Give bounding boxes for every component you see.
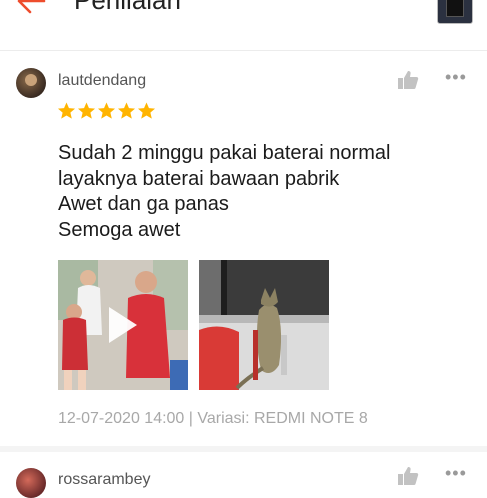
star-icon [137,102,156,119]
reviewer-name[interactable]: lautdendang [58,72,146,90]
avatar[interactable] [16,68,46,98]
review-text-line: Semoga awet [58,218,181,241]
review-text-line: Sudah 2 minggu pakai baterai normal [58,142,391,164]
review-video-thumbnail[interactable] [58,260,188,390]
thumbs-up-icon[interactable] [397,466,419,486]
more-options-icon[interactable]: ••• [445,463,467,484]
star-icon [77,102,96,119]
review-photo[interactable] [199,260,329,390]
star-icon [117,102,136,119]
review-meta: 12-07-2020 14:00 | Variasi: REDMI NOTE 8 [58,410,368,427]
cat-photo-image [199,260,329,390]
reviewer-name[interactable]: rossarambey [58,471,150,489]
review-item: lautdendang ••• Sudah 2 minggu pakai bat… [0,51,487,452]
back-arrow-icon[interactable] [14,0,50,16]
top-bar: Penilaian [0,0,487,51]
avatar[interactable] [16,468,46,498]
star-rating [57,102,156,120]
thumbs-up-icon[interactable] [397,70,419,90]
review-text-line: layaknya baterai bawaan pabrik [58,167,340,190]
page-title: Penilaian [74,0,181,15]
product-thumbnail[interactable] [437,0,473,24]
more-options-icon[interactable]: ••• [445,67,467,88]
review-item: rossarambey ••• [0,452,487,498]
play-icon[interactable] [109,307,137,343]
review-text-line: Awet dan ga panas [58,193,229,215]
star-icon [57,102,76,119]
review-text: Sudah 2 minggu pakai baterai normal laya… [58,141,390,243]
star-icon [97,102,116,119]
